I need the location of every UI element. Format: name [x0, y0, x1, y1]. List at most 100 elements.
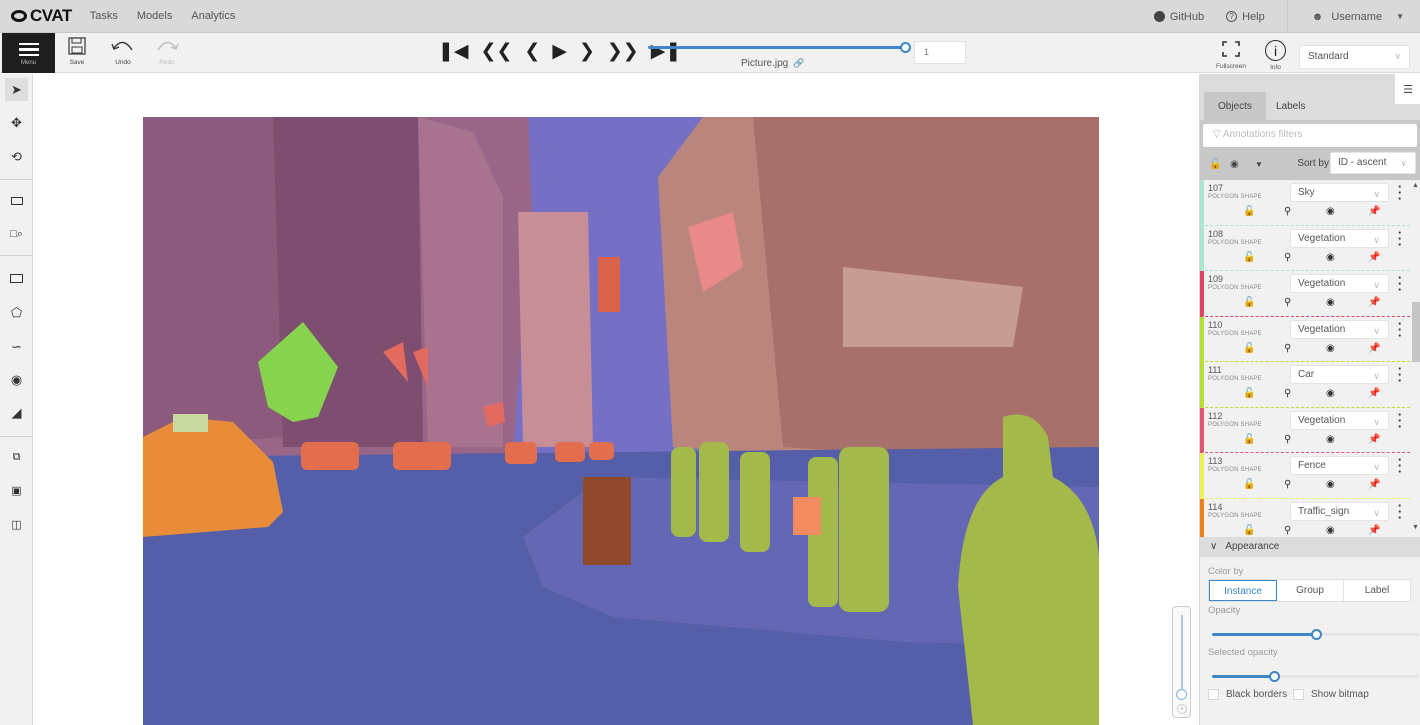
merge-tool[interactable]: ⧉ — [5, 446, 28, 469]
lock-icon[interactable]: 🔓 — [1243, 297, 1255, 308]
info-button[interactable]: i Info — [1265, 40, 1286, 71]
visibility-eye-icon[interactable]: ◉ — [1326, 297, 1335, 308]
object-item[interactable]: 108 POLYGON SHAPE Vegetation ∨ · · · 🔓 ⚲ ◉ 📌 — [1200, 225, 1410, 271]
object-item[interactable]: 113 POLYGON SHAPE Fence ∨ · · · 🔓 ⚲ ◉ 📌 — [1200, 453, 1410, 499]
occluded-person-icon[interactable]: ⚲ — [1284, 525, 1291, 536]
selected-opacity-slider[interactable] — [1212, 671, 1419, 682]
draw-rectangle-tool[interactable] — [5, 267, 28, 290]
pin-icon[interactable]: 📌 — [1368, 206, 1380, 217]
visibility-eye-icon[interactable]: ◉ — [1326, 434, 1335, 445]
occluded-person-icon[interactable]: ⚲ — [1284, 206, 1291, 217]
draw-polyline-tool[interactable]: ∽ — [5, 335, 28, 358]
object-item[interactable]: 112 POLYGON SHAPE Vegetation ∨ · · · 🔓 ⚲ ◉ 📌 — [1200, 407, 1410, 453]
split-tool[interactable]: ◫ — [5, 513, 28, 536]
visibility-eye-icon[interactable]: ◉ — [1326, 388, 1335, 399]
lock-icon[interactable]: 🔓 — [1243, 343, 1255, 354]
zoom-in-icon[interactable]: + — [1177, 704, 1187, 714]
collapse-sidebar-icon[interactable]: ☰ — [1395, 74, 1420, 104]
pin-icon[interactable]: 📌 — [1368, 434, 1380, 445]
cursor-tool[interactable]: ➤ — [5, 78, 28, 101]
sort-select[interactable]: ID - ascent ∨ — [1330, 152, 1416, 174]
last-frame-icon[interactable]: ▶❚ — [651, 42, 682, 62]
fullscreen-button[interactable]: Fullscreen — [1216, 40, 1246, 70]
color-by-group[interactable]: Group — [1277, 580, 1344, 601]
menu-button[interactable]: Menu — [2, 33, 55, 73]
zoom-region-tool[interactable]: □⌕ — [5, 223, 28, 246]
color-by-instance[interactable]: Instance — [1209, 580, 1277, 601]
object-item[interactable]: 114 POLYGON SHAPE Traffic_sign ∨ · · · 🔓 ⚲ ◉ 📌 — [1200, 498, 1410, 537]
objects-scrollbar[interactable]: ▲ ▼ — [1410, 180, 1420, 537]
lock-icon[interactable]: 🔓 — [1243, 525, 1255, 536]
opacity-slider[interactable] — [1212, 629, 1419, 640]
appearance-header[interactable]: ∨ Appearance — [1200, 537, 1420, 557]
nav-tasks[interactable]: Tasks — [90, 10, 118, 22]
pin-icon[interactable]: 📌 — [1368, 343, 1380, 354]
github-link[interactable]: GitHub — [1153, 11, 1204, 23]
draw-points-tool[interactable]: ◉ — [5, 368, 28, 391]
object-item[interactable]: 107 POLYGON SHAPE Sky ∨ · · · 🔓 ⚲ ◉ 📌 — [1200, 180, 1410, 226]
nav-analytics[interactable]: Analytics — [191, 10, 235, 22]
workspace-select[interactable]: Standard ∨ — [1299, 45, 1410, 69]
lock-icon[interactable]: 🔓 — [1243, 206, 1255, 217]
cvat-logo[interactable]: CVAT — [11, 6, 72, 26]
object-label-select[interactable]: Vegetation ∨ — [1290, 274, 1389, 293]
setup-tag-tool[interactable]: ◢ — [5, 401, 28, 424]
visibility-eye-icon[interactable]: ◉ — [1326, 479, 1335, 490]
next-frame-icon[interactable]: ❯ — [579, 42, 595, 62]
more-actions-icon[interactable]: · · · — [1397, 453, 1403, 478]
previous-frame-icon[interactable]: ❮ — [524, 42, 540, 62]
first-frame-icon[interactable]: ❚◀ — [438, 42, 469, 62]
pin-icon[interactable]: 📌 — [1368, 252, 1380, 263]
link-icon[interactable]: 🔗 — [793, 58, 804, 68]
frame-slider[interactable] — [648, 42, 911, 53]
occluded-person-icon[interactable]: ⚲ — [1284, 434, 1291, 445]
forward-step-icon[interactable]: ❯❯ — [607, 42, 639, 62]
occluded-person-icon[interactable]: ⚲ — [1284, 479, 1291, 490]
zoom-slider[interactable]: + — [1172, 606, 1191, 718]
occluded-person-icon[interactable]: ⚲ — [1284, 252, 1291, 263]
object-item[interactable]: 110 POLYGON SHAPE Vegetation ∨ · · · 🔓 ⚲ ◉ 📌 — [1200, 316, 1410, 362]
more-actions-icon[interactable]: · · · — [1397, 408, 1403, 433]
visibility-eye-icon[interactable]: ◉ — [1326, 525, 1335, 536]
more-actions-icon[interactable]: · · · — [1397, 499, 1403, 524]
object-label-select[interactable]: Vegetation ∨ — [1290, 228, 1389, 248]
annotation-canvas[interactable] — [34, 74, 1199, 725]
zoom-handle[interactable] — [1176, 689, 1187, 700]
lock-icon[interactable]: 🔓 — [1243, 479, 1255, 490]
opacity-handle[interactable] — [1310, 629, 1322, 640]
lock-icon[interactable]: 🔓 — [1243, 434, 1255, 445]
show-bitmap-checkbox[interactable]: Show bitmap — [1293, 689, 1369, 700]
object-label-select[interactable]: Sky ∨ — [1290, 183, 1389, 202]
visibility-eye-icon[interactable]: ◉ — [1326, 206, 1335, 217]
hide-all-icon[interactable]: ◉ — [1230, 159, 1239, 170]
lock-icon[interactable]: 🔓 — [1243, 388, 1255, 399]
more-actions-icon[interactable]: · · · — [1397, 362, 1403, 387]
frame-slider-handle[interactable] — [900, 42, 911, 53]
object-label-select[interactable]: Traffic_sign ∨ — [1290, 501, 1389, 521]
help-link[interactable]: ? Help — [1226, 11, 1265, 23]
fit-image-tool[interactable] — [5, 189, 28, 212]
play-icon[interactable]: ▶ — [552, 42, 567, 62]
tab-labels[interactable]: Labels — [1262, 92, 1319, 120]
user-menu[interactable]: ☻ Username ▼ — [1312, 11, 1404, 23]
more-actions-icon[interactable]: · · · — [1397, 317, 1403, 342]
pin-icon[interactable]: 📌 — [1368, 297, 1380, 308]
rotate-tool[interactable]: ⟲ — [5, 145, 28, 168]
pin-icon[interactable]: 📌 — [1368, 525, 1380, 536]
object-item[interactable]: 111 POLYGON SHAPE Car ∨ · · · 🔓 ⚲ ◉ 📌 — [1200, 362, 1410, 408]
lock-icon[interactable]: 🔓 — [1243, 252, 1255, 263]
tab-objects[interactable]: Objects — [1204, 92, 1266, 120]
draw-polygon-tool[interactable]: ⬠ — [5, 301, 28, 324]
collapse-all-icon[interactable]: ▼ — [1255, 160, 1263, 169]
more-actions-icon[interactable]: · · · — [1397, 271, 1403, 296]
black-borders-checkbox[interactable]: Black borders — [1208, 689, 1287, 700]
scroll-down-icon[interactable]: ▼ — [1412, 524, 1419, 531]
lock-all-icon[interactable]: 🔓 — [1209, 159, 1221, 170]
move-tool[interactable]: ✥ — [5, 111, 28, 134]
occluded-person-icon[interactable]: ⚲ — [1284, 388, 1291, 399]
annotated-image[interactable] — [143, 117, 1099, 725]
occluded-person-icon[interactable]: ⚲ — [1284, 297, 1291, 308]
occluded-person-icon[interactable]: ⚲ — [1284, 343, 1291, 354]
redo-button[interactable]: Redo — [155, 36, 179, 66]
object-label-select[interactable]: Fence ∨ — [1290, 456, 1389, 475]
